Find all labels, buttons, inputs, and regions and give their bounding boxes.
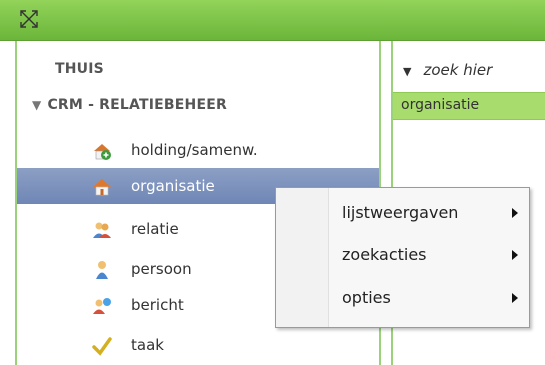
list-header-label: organisatie [401,97,480,113]
submenu-arrow-icon [512,293,518,303]
house-plus-icon [92,141,112,161]
message-icon [92,296,112,316]
search-placeholder: zoek hier [423,61,493,79]
people-icon [92,220,112,240]
sidebar-item-label: persoon [131,260,192,278]
list-header: organisatie [393,92,545,120]
dropdown-arrow-icon: ▼ [403,65,412,78]
sidebar-item-label: organisatie [131,177,215,195]
menu-item-label: lijstweergaven [342,203,459,222]
context-menu: lijstweergaven zoekacties opties [275,187,530,328]
triangle-down-icon: ▼ [32,98,42,112]
menu-item-opties[interactable]: opties [334,283,524,313]
top-toolbar [0,0,545,41]
menu-item-label: zoekacties [342,245,427,264]
sidebar-item-label: bericht [131,296,184,314]
submenu-arrow-icon [512,208,518,218]
expand-arrows-icon[interactable] [16,8,42,34]
menu-item-label: opties [342,288,391,307]
menu-item-zoekacties[interactable]: zoekacties [334,240,524,270]
submenu-arrow-icon [512,250,518,260]
sidebar-item-label: relatie [131,220,179,238]
menu-item-lijstweergaven[interactable]: lijstweergaven [334,198,524,228]
search-dropdown[interactable]: ▼ zoek hier [403,61,492,79]
nav-home-link[interactable]: THUIS [55,61,104,77]
nav-section-label: CRM - RELATIEBEHEER [47,97,227,113]
person-icon [92,260,112,280]
checkmark-icon [92,336,112,356]
sidebar-item-holding[interactable]: holding/samenw. [17,132,379,168]
nav-section-crm[interactable]: ▼ CRM - RELATIEBEHEER [32,97,227,113]
sidebar-item-taak[interactable]: taak [17,327,379,363]
sidebar-item-label: taak [131,336,164,354]
sidebar-item-label: holding/samenw. [131,141,258,159]
house-icon [92,177,112,197]
menu-icon-gutter [276,188,329,327]
